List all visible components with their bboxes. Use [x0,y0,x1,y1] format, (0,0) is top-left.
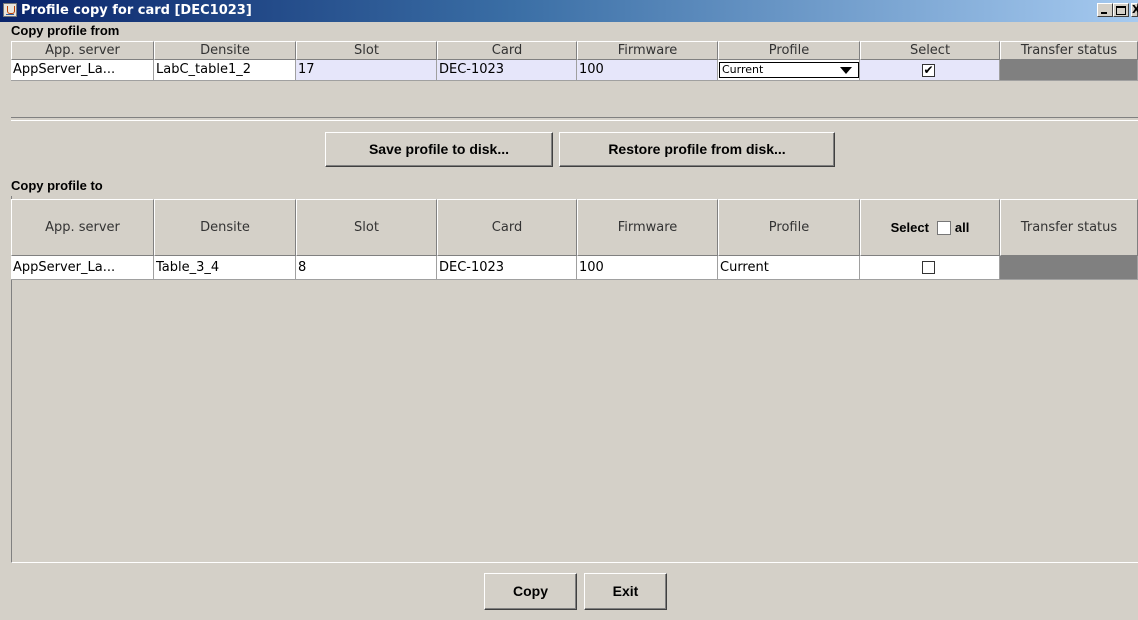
profile-cell[interactable]: Current [718,256,860,280]
restore-profile-button[interactable]: Restore profile from disk... [559,132,835,167]
select-all-label[interactable]: all [955,220,969,235]
select-checkbox[interactable] [922,261,935,274]
select-cell: ✔ [860,60,1000,81]
column-header[interactable]: App. server [11,41,154,60]
column-header[interactable]: Densite [154,41,296,60]
copy-to-label: Copy profile to [11,178,103,193]
slot-cell[interactable]: 17 [296,60,437,81]
transfer-status-cell [1000,60,1138,81]
column-header[interactable]: Firmware [577,199,718,256]
densite-cell[interactable]: Table_3_4 [154,256,296,280]
select-header-label: Select [890,220,929,235]
column-header[interactable]: Card [437,41,577,60]
app-server-cell[interactable]: AppServer_La... [11,60,154,81]
column-header[interactable]: Slot [296,41,437,60]
column-header[interactable]: Transfer status [1000,199,1138,256]
profile-dropdown[interactable]: Current [719,62,859,78]
column-header[interactable]: Transfer status [1000,41,1138,60]
select-all-header: Select all [860,199,1000,256]
slot-cell[interactable]: 8 [296,256,437,280]
save-profile-button[interactable]: Save profile to disk... [325,132,553,167]
column-header[interactable]: Profile [718,199,860,256]
transfer-status-cell [1000,256,1138,280]
select-all-checkbox[interactable] [936,220,951,235]
window-title: Profile copy for card [DEC1023] [21,3,252,18]
column-header[interactable]: Densite [154,199,296,256]
exit-button[interactable]: Exit [584,573,667,610]
column-header[interactable]: Firmware [577,41,718,60]
select-checkbox[interactable]: ✔ [922,64,935,77]
column-header[interactable]: Select [860,41,1000,60]
firmware-cell[interactable]: 100 [577,60,718,81]
profile-cell: Current [718,60,860,81]
column-header[interactable]: App. server [11,199,154,256]
copy-from-label: Copy profile from [11,23,120,38]
close-icon[interactable]: X [1131,3,1138,17]
maximize-icon[interactable] [1113,3,1129,17]
divider [11,117,1138,121]
column-header[interactable]: Slot [296,199,437,256]
title-bar[interactable]: Profile copy for card [DEC1023] X [0,0,1138,22]
card-cell[interactable]: DEC-1023 [437,60,577,81]
minimize-icon[interactable] [1097,3,1113,17]
column-header[interactable]: Profile [718,41,860,60]
firmware-cell[interactable]: 100 [577,256,718,280]
profile-dropdown-value: Current [722,63,764,76]
java-cup-icon [3,3,17,17]
column-header[interactable]: Card [437,199,577,256]
select-cell [860,256,1000,280]
densite-cell[interactable]: LabC_table1_2 [154,60,296,81]
card-cell[interactable]: DEC-1023 [437,256,577,280]
dropdown-arrow-icon[interactable] [840,67,852,74]
app-server-cell[interactable]: AppServer_La... [11,256,154,280]
copy-button[interactable]: Copy [484,573,577,610]
